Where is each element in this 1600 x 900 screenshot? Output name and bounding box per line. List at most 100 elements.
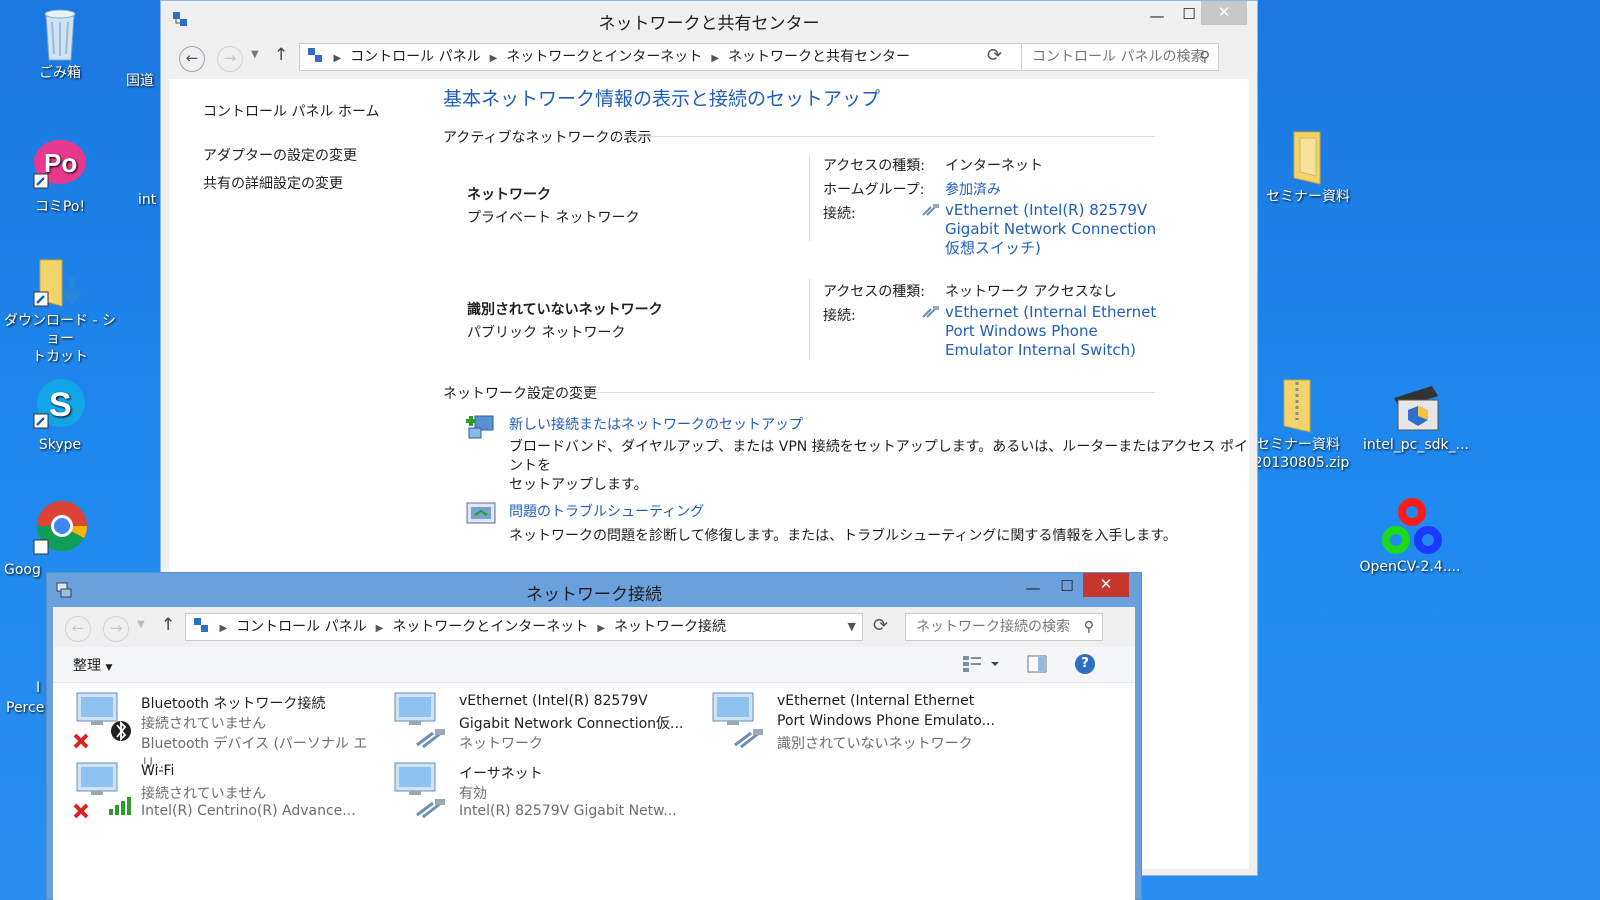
adapter-name: vEthernet (Intel(R) 82579V bbox=[459, 693, 648, 709]
svg-text:S: S bbox=[49, 386, 72, 424]
maximize-button[interactable]: ☐ bbox=[1051, 575, 1083, 599]
recent-pages-dropdown-icon[interactable]: ▼ bbox=[251, 49, 259, 60]
ethernet-adapter-icon bbox=[391, 691, 451, 755]
troubleshoot-description: ネットワークの問題を診断して修復します。または、トラブルシューティングに関する情… bbox=[509, 528, 1177, 544]
ethernet-cable-icon bbox=[921, 203, 941, 221]
back-button[interactable]: ← bbox=[179, 46, 205, 72]
desktop-partial-label: Goog bbox=[4, 562, 41, 578]
desktop-icon-chrome[interactable] bbox=[0, 500, 120, 560]
close-button[interactable]: ✕ bbox=[1083, 573, 1129, 597]
page-heading: 基本ネットワーク情報の表示と接続のセットアップ bbox=[443, 88, 881, 110]
adapter-item-ethernet[interactable]: イーサネット 有効 Intel(R) 82579V Gigabit Netw..… bbox=[391, 759, 701, 825]
back-button[interactable]: ← bbox=[65, 616, 91, 642]
adapter-name-continued: Gigabit Network Connection仮... bbox=[459, 716, 684, 732]
adapter-item-wifi[interactable]: Wi-Fi 接続されていません Intel(R) Centrino(R) Adv… bbox=[73, 759, 383, 825]
installer-icon bbox=[1388, 376, 1444, 432]
search-box[interactable]: コントロール パネルの検索 ⚲ bbox=[1021, 43, 1219, 71]
troubleshoot-link[interactable]: 問題のトラブルシューティング bbox=[509, 501, 704, 521]
refresh-button[interactable]: ⟳ bbox=[873, 615, 888, 636]
view-options-button[interactable] bbox=[963, 655, 1003, 677]
navigation-bar: ← → ▼ ↑ ▶ コントロール パネル ▶ ネットワークとインターネット ▶ ネットワー… bbox=[161, 37, 1257, 77]
connection-label: 接続: bbox=[823, 308, 856, 324]
skype-icon: S bbox=[32, 376, 88, 432]
refresh-button[interactable]: ⟳ bbox=[987, 45, 1002, 66]
up-button[interactable]: ↑ bbox=[274, 45, 288, 65]
adapter-status: 接続されていません bbox=[141, 786, 267, 802]
help-button[interactable]: ? bbox=[1075, 654, 1095, 674]
access-type-value: インターネット bbox=[945, 158, 1043, 174]
address-bar[interactable]: ▶ コントロール パネル ▶ ネットワークとインターネット ▶ ネットワーク接続 ▼ bbox=[185, 613, 863, 641]
title-bar[interactable]: ネットワークと共有センター — ☐ ✕ bbox=[161, 1, 1257, 37]
new-connection-link[interactable]: 新しい接続またはネットワークのセットアップ bbox=[509, 414, 803, 434]
breadcrumb-network-connections[interactable]: ネットワーク接続 bbox=[608, 614, 732, 640]
homegroup-link[interactable]: 参加済み bbox=[945, 179, 1001, 199]
desktop-icon-comipo[interactable]: Po コミPo! bbox=[0, 138, 120, 216]
adapter-name: vEthernet (Internal Ethernet bbox=[777, 693, 975, 709]
desktop-partial-label: int bbox=[138, 192, 157, 208]
network-type: パブリック ネットワーク bbox=[467, 325, 626, 341]
vertical-divider bbox=[809, 279, 810, 359]
ethernet-adapter-icon bbox=[391, 761, 451, 825]
search-icon: ⚲ bbox=[1083, 619, 1094, 635]
adapter-item-vethernet-intel[interactable]: vEthernet (Intel(R) 82579V Gigabit Netwo… bbox=[391, 687, 701, 753]
sidebar-adapter-settings-link[interactable]: アダプターの設定の変更 bbox=[203, 145, 357, 165]
desktop-icon-opencv[interactable]: OpenCV-2.4.... bbox=[1350, 498, 1470, 576]
search-box[interactable]: ネットワーク接続の検索 ⚲ bbox=[905, 613, 1103, 641]
breadcrumb-separator-icon: ▶ bbox=[489, 53, 498, 64]
address-dropdown-icon[interactable]: ▼ bbox=[848, 614, 856, 640]
connection-link-vethernet-internal[interactable]: vEthernet (Internal Ethernet Port Window… bbox=[945, 303, 1156, 360]
desktop-icon-recycle-bin[interactable]: ごみ箱 bbox=[0, 4, 120, 82]
search-icon: ⚲ bbox=[1199, 49, 1210, 65]
folder-download-icon bbox=[32, 252, 88, 308]
svg-text:Po: Po bbox=[44, 148, 77, 178]
preview-pane-button[interactable] bbox=[1027, 655, 1047, 677]
zip-folder-icon bbox=[1270, 376, 1326, 433]
close-button[interactable]: ✕ bbox=[1201, 1, 1247, 25]
adapter-item-vethernet-internal[interactable]: vEthernet (Internal Ethernet Port Window… bbox=[709, 687, 1029, 753]
ethernet-cable-icon bbox=[921, 305, 941, 323]
minimize-button[interactable]: — bbox=[1017, 577, 1049, 601]
wifi-adapter-icon bbox=[73, 761, 133, 825]
desktop-icon-intel-sdk[interactable]: intel_pc_sdk_... bbox=[1346, 376, 1486, 454]
up-button[interactable]: ↑ bbox=[161, 615, 175, 635]
description-line: ブロードバンド、ダイヤルアップ、または VPN 接続をセットアップします。あるい… bbox=[509, 439, 1249, 474]
folder-icon bbox=[1280, 128, 1336, 185]
minimize-button[interactable]: — bbox=[1141, 5, 1173, 29]
control-panel-icon bbox=[192, 616, 210, 634]
troubleshoot-icon bbox=[465, 501, 497, 533]
connection-link-line: Port Windows Phone bbox=[945, 322, 1098, 340]
breadcrumb-network-internet[interactable]: ネットワークとインターネット bbox=[386, 614, 594, 640]
breadcrumb-separator-icon: ▶ bbox=[375, 623, 384, 634]
desktop-icon-downloads-shortcut[interactable]: ダウンロード - ショー トカット bbox=[0, 252, 120, 366]
connection-link-vethernet-intel[interactable]: vEthernet (Intel(R) 82579V Gigabit Netwo… bbox=[945, 201, 1156, 258]
sidebar-advanced-sharing-link[interactable]: 共有の詳細設定の変更 bbox=[203, 173, 343, 193]
desktop-icon-skype[interactable]: S Skype bbox=[0, 376, 120, 454]
desktop-partial-label: I bbox=[36, 680, 41, 696]
window-title: ネットワーク接続 bbox=[526, 585, 662, 605]
desktop-icon-seminar-folder[interactable]: セミナー資料 bbox=[1248, 128, 1368, 206]
new-connection-description: ブロードバンド、ダイヤルアップ、または VPN 接続をセットアップします。あるい… bbox=[509, 438, 1249, 495]
organize-menu[interactable]: 整理 ▼ bbox=[73, 655, 112, 675]
adapters-list: Bluetooth ネットワーク接続 接続されていません Bluetooth デ… bbox=[53, 683, 1135, 900]
desktop-icon-label: Skype bbox=[38, 437, 82, 453]
sidebar-home-link[interactable]: コントロール パネル ホーム bbox=[203, 101, 379, 121]
forward-button[interactable]: → bbox=[217, 46, 243, 72]
breadcrumb-control-panel[interactable]: コントロール パネル bbox=[344, 44, 486, 70]
desktop-partial-label: Perce bbox=[6, 700, 45, 716]
adapter-device: Intel(R) 82579V Gigabit Netw... bbox=[459, 803, 677, 819]
bluetooth-network-adapter-icon bbox=[73, 691, 133, 755]
breadcrumb-control-panel[interactable]: コントロール パネル bbox=[230, 614, 372, 640]
desktop-icon-label: intel_pc_sdk_... bbox=[1363, 437, 1469, 453]
access-type-label: アクセスの種類: bbox=[823, 158, 926, 174]
control-panel-icon bbox=[306, 46, 324, 64]
adapter-item-bluetooth[interactable]: Bluetooth ネットワーク接続 接続されていません Bluetooth デ… bbox=[73, 687, 383, 772]
organize-label: 整理 bbox=[73, 658, 101, 674]
title-bar[interactable]: ネットワーク接続 — ☐ ✕ bbox=[47, 573, 1141, 607]
ethernet-adapter-icon bbox=[709, 691, 769, 755]
breadcrumb-sharing-center[interactable]: ネットワークと共有センター bbox=[722, 44, 916, 70]
desktop-partial-label: 国道 bbox=[126, 73, 154, 89]
recent-pages-dropdown-icon[interactable]: ▼ bbox=[137, 619, 145, 630]
forward-button[interactable]: → bbox=[103, 616, 129, 642]
breadcrumb-network-internet[interactable]: ネットワークとインターネット bbox=[500, 44, 708, 70]
access-type-value: ネットワーク アクセスなし bbox=[945, 284, 1117, 300]
